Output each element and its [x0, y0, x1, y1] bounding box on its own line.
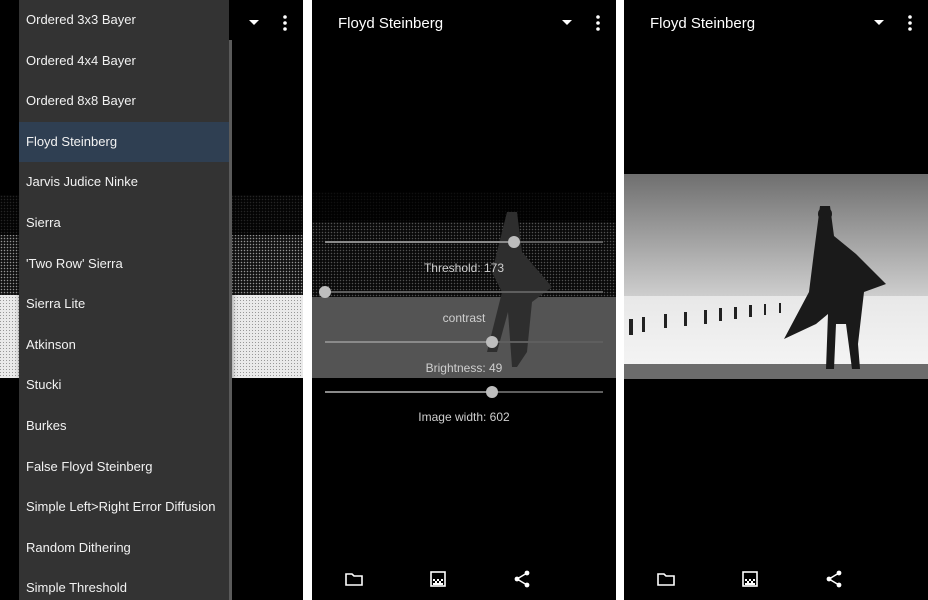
- menu-scrollbar[interactable]: [229, 40, 232, 600]
- dropdown-arrow-icon[interactable]: [874, 20, 884, 25]
- contrast-label: contrast: [442, 311, 486, 325]
- dither-method-menu: Ordered 3x3 Bayer Ordered 4x4 Bayer Orde…: [19, 0, 229, 600]
- menu-item-sierra[interactable]: Sierra: [19, 203, 229, 244]
- menu-item-random-dithering[interactable]: Random Dithering: [19, 528, 229, 569]
- menu-item-false-floyd-steinberg[interactable]: False Floyd Steinberg: [19, 447, 229, 488]
- gradient-icon[interactable]: [428, 569, 448, 589]
- original-photo: [624, 174, 928, 379]
- screen-method-menu: Ordered 3x3 Bayer Ordered 4x4 Bayer Orde…: [0, 0, 303, 600]
- more-vert-icon[interactable]: [590, 14, 606, 32]
- bottom-toolbar: [624, 558, 928, 600]
- menu-item-ordered-4x4-bayer[interactable]: Ordered 4x4 Bayer: [19, 41, 229, 82]
- menu-item-ordered-3x3-bayer[interactable]: Ordered 3x3 Bayer: [19, 0, 229, 41]
- method-title[interactable]: Floyd Steinberg: [338, 15, 443, 32]
- menu-item-simple-left-right-error-diffusion[interactable]: Simple Left>Right Error Diffusion: [19, 487, 229, 528]
- app-bar: Floyd Steinberg: [312, 0, 616, 46]
- photo-shapes: [312, 192, 616, 378]
- menu-item-stucki[interactable]: Stucki: [19, 365, 229, 406]
- more-vert-icon[interactable]: [277, 14, 293, 32]
- more-vert-icon[interactable]: [902, 14, 918, 32]
- menu-item-floyd-steinberg[interactable]: Floyd Steinberg: [19, 121, 229, 163]
- image-width-slider[interactable]: [325, 386, 603, 398]
- brightness-label: Brightness: 49: [425, 361, 503, 375]
- menu-item-atkinson[interactable]: Atkinson: [19, 325, 229, 366]
- dithered-photo: [312, 192, 616, 378]
- screen-settings: Floyd Steinberg Threshold: 173 contrast …: [312, 0, 616, 600]
- contrast-slider[interactable]: [319, 286, 603, 298]
- menu-item-simple-threshold[interactable]: Simple Threshold: [19, 568, 229, 600]
- brightness-slider[interactable]: [325, 336, 603, 348]
- threshold-slider[interactable]: [325, 236, 603, 248]
- slider-thumb[interactable]: [485, 386, 498, 398]
- dropdown-arrow-icon[interactable]: [562, 20, 572, 25]
- menu-item-ordered-8x8-bayer[interactable]: Ordered 8x8 Bayer: [19, 81, 229, 122]
- dropdown-arrow-icon[interactable]: [249, 20, 259, 25]
- menu-item-sierra-lite[interactable]: Sierra Lite: [19, 284, 229, 325]
- slider-thumb[interactable]: [508, 236, 521, 248]
- method-title[interactable]: Floyd Steinberg: [650, 15, 755, 32]
- folder-icon[interactable]: [656, 569, 676, 589]
- bottom-toolbar: [312, 558, 616, 600]
- menu-item-two-row-sierra[interactable]: 'Two Row' Sierra: [19, 244, 229, 285]
- folder-icon[interactable]: [344, 569, 364, 589]
- share-icon[interactable]: [824, 569, 844, 589]
- app-bar: Floyd Steinberg: [624, 0, 928, 46]
- photo-shapes: [624, 174, 928, 379]
- slider-thumb[interactable]: [319, 286, 331, 298]
- slider-thumb[interactable]: [485, 336, 498, 348]
- threshold-label: Threshold: 173: [423, 261, 505, 275]
- screen-original: Floyd Steinberg: [624, 0, 928, 600]
- menu-item-jarvis-judice-ninke[interactable]: Jarvis Judice Ninke: [19, 162, 229, 203]
- image-width-label: Image width: 602: [418, 410, 510, 424]
- share-icon[interactable]: [512, 569, 532, 589]
- menu-item-burkes[interactable]: Burkes: [19, 406, 229, 447]
- gradient-icon[interactable]: [740, 569, 760, 589]
